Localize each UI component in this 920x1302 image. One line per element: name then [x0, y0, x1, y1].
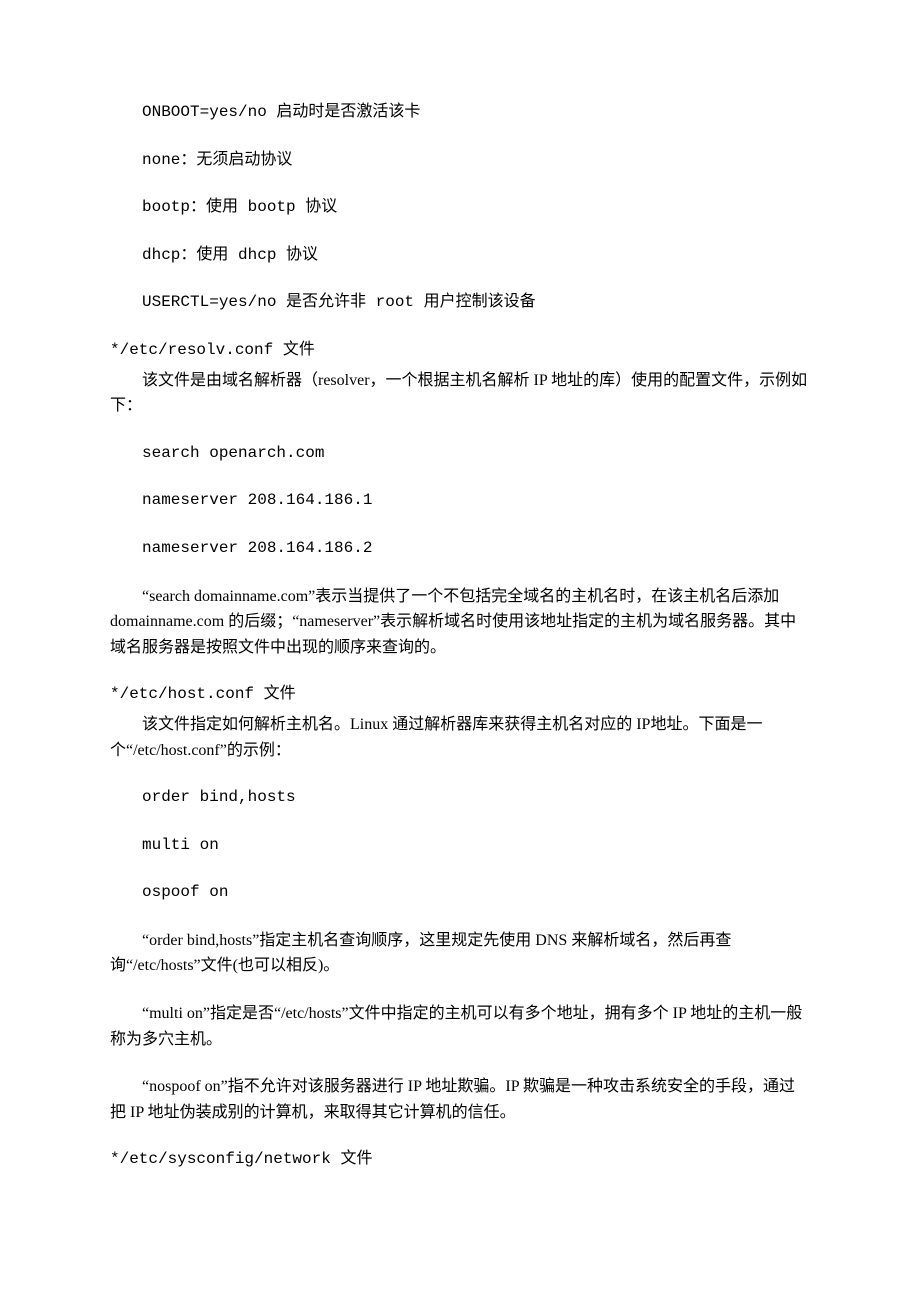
section-heading: */etc/resolv.conf 文件 — [110, 338, 810, 364]
section-sysconfig-network: */etc/sysconfig/network 文件 — [110, 1147, 810, 1173]
code-line: nameserver 208.164.186.1 — [110, 488, 810, 514]
body-text: “search domainname.com”表示当提供了一个不包括完全域名的主… — [110, 584, 810, 661]
code-line: order bind,hosts — [110, 785, 810, 811]
code-line: nameserver 208.164.186.2 — [110, 536, 810, 562]
section-heading: */etc/host.conf 文件 — [110, 682, 810, 708]
section-resolv-conf: */etc/resolv.conf 文件 该文件是由域名解析器（resolver… — [110, 338, 810, 660]
body-text: “multi on”指定是否“/etc/hosts”文件中指定的主机可以有多个地… — [110, 1001, 810, 1052]
body-text: “nospoof on”指不允许对该服务器进行 IP 地址欺骗。IP 欺骗是一种… — [110, 1074, 810, 1125]
section-heading: */etc/sysconfig/network 文件 — [110, 1147, 810, 1173]
document-page: ONBOOT=yes/no 启动时是否激活该卡 none：无须启动协议 boot… — [0, 0, 920, 1302]
body-text: “order bind,hosts”指定主机名查询顺序，这里规定先使用 DNS … — [110, 928, 810, 979]
body-text: 该文件指定如何解析主机名。Linux 通过解析器库来获得主机名对应的 IP地址。… — [110, 712, 810, 763]
code-line: ospoof on — [110, 880, 810, 906]
config-line: none：无须启动协议 — [110, 148, 810, 174]
code-line: search openarch.com — [110, 441, 810, 467]
config-line: bootp：使用 bootp 协议 — [110, 195, 810, 221]
code-line: multi on — [110, 833, 810, 859]
section-host-conf: */etc/host.conf 文件 该文件指定如何解析主机名。Linux 通过… — [110, 682, 810, 1125]
body-text: 该文件是由域名解析器（resolver，一个根据主机名解析 IP 地址的库）使用… — [110, 368, 810, 419]
config-line: dhcp：使用 dhcp 协议 — [110, 243, 810, 269]
config-line: ONBOOT=yes/no 启动时是否激活该卡 — [110, 100, 810, 126]
config-line: USERCTL=yes/no 是否允许非 root 用户控制该设备 — [110, 290, 810, 316]
